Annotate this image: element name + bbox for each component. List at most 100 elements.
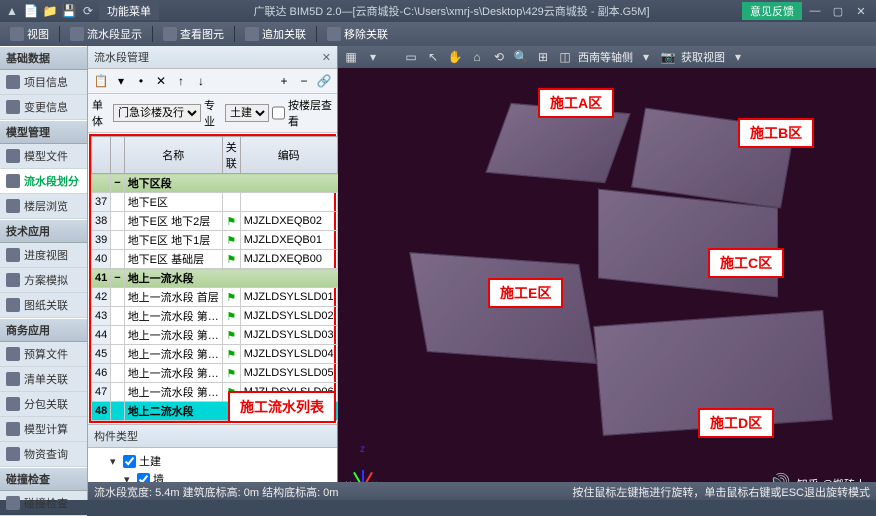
- pointer-icon[interactable]: ▭: [402, 48, 420, 66]
- nav-item[interactable]: 图纸关联: [0, 293, 87, 318]
- nav-item[interactable]: 项目信息: [0, 70, 87, 95]
- discipline-select[interactable]: 土建: [225, 104, 269, 122]
- panel-filter: 单体 门急诊楼及行 专业 土建 按楼层查看: [88, 94, 337, 133]
- minimize-icon[interactable]: —: [804, 3, 826, 19]
- zone-label-d: 施工D区: [698, 408, 774, 438]
- tool-icon[interactable]: ▾: [364, 48, 382, 66]
- link-icon[interactable]: 🔗: [315, 72, 333, 90]
- table-row[interactable]: 37地下E区: [92, 193, 356, 212]
- quick-access-toolbar: ▲ 📄 📁 💾 ⟳ 功能菜单: [4, 2, 161, 20]
- nav-item[interactable]: 楼层浏览: [0, 194, 87, 219]
- flow-panel: 流水段管理 ✕ 📋 ▾ • ✕ ↑ ↓ + − 🔗 单体 门急诊楼及行 专业 土…: [88, 46, 338, 500]
- zone-label-c: 施工C区: [708, 248, 784, 278]
- floor-view-checkbox[interactable]: [272, 104, 285, 122]
- new-icon[interactable]: 📄: [23, 3, 39, 19]
- panel-title-text: 流水段管理: [94, 49, 149, 65]
- open-icon[interactable]: 📁: [42, 3, 58, 19]
- toolbar-button[interactable]: 查看图元: [157, 24, 230, 44]
- grid-icon[interactable]: ▦: [342, 48, 360, 66]
- 3d-scene[interactable]: 施工A区 施工B区 施工C区 施工D区 施工E区 x y z 🔊 知乎 @搬砖人: [338, 68, 876, 500]
- status-right: 按住鼠标左键拖进行旋转，单击鼠标右键或ESC退出旋转模式: [572, 484, 870, 498]
- nav-group: 碰撞检查: [0, 467, 87, 491]
- nav-item[interactable]: 分包关联: [0, 392, 87, 417]
- select-icon[interactable]: ↖: [424, 48, 442, 66]
- zone-label-e: 施工E区: [488, 278, 563, 308]
- flow-table-wrap: 名称关联编码施−地下区段37地下E区38地下E区 地下2层⚑MJZLDXEQB0…: [89, 134, 336, 423]
- left-nav: 基础数据项目信息变更信息模型管理模型文件流水段划分楼层浏览技术应用进度视图方案模…: [0, 46, 88, 500]
- zone-label-a: 施工A区: [538, 88, 614, 118]
- nav-group: 模型管理: [0, 120, 87, 144]
- view-icon[interactable]: ⊞: [534, 48, 552, 66]
- checkbox-label: 按楼层查看: [288, 97, 333, 129]
- zoom-icon[interactable]: 🔍: [512, 48, 530, 66]
- tool-icon[interactable]: ↓: [192, 72, 210, 90]
- table-row[interactable]: 39地下E区 地下1层⚑MJZLDXEQB01: [92, 231, 356, 250]
- nav-item[interactable]: 物资查询: [0, 442, 87, 467]
- table-row[interactable]: 41−地上一流水段: [92, 269, 356, 288]
- titlebar: ▲ 📄 📁 💾 ⟳ 功能菜单 广联达 BIM5D 2.0—[云商城投-C:\Us…: [0, 0, 876, 22]
- feedback-button[interactable]: 意见反馈: [742, 2, 802, 20]
- tool-icon[interactable]: ↑: [172, 72, 190, 90]
- view-dropdown[interactable]: 西南等轴侧: [578, 49, 633, 65]
- table-row[interactable]: −地下区段: [92, 174, 356, 193]
- nav-item[interactable]: 清单关联: [0, 367, 87, 392]
- menu-button[interactable]: 功能菜单: [99, 2, 159, 20]
- nav-item[interactable]: 模型计算: [0, 417, 87, 442]
- camera-icon[interactable]: 📷: [659, 48, 677, 66]
- table-row[interactable]: 45地上一流水段 第…⚑MJZLDSYLSLD04: [92, 345, 356, 364]
- panel-close-icon[interactable]: ✕: [322, 51, 331, 64]
- zone-label-b: 施工B区: [738, 118, 814, 148]
- window-controls: — ▢ ✕: [804, 3, 872, 19]
- tree-title: 构件类型: [88, 424, 337, 448]
- table-row[interactable]: 43地上一流水段 第…⚑MJZLDSYLSLD02: [92, 307, 356, 326]
- toolbar-button[interactable]: 移除关联: [321, 24, 394, 44]
- table-row[interactable]: 42地上一流水段 首层⚑MJZLDSYLSLD01: [92, 288, 356, 307]
- unit-select[interactable]: 门急诊楼及行: [113, 104, 201, 122]
- maximize-icon[interactable]: ▢: [827, 3, 849, 19]
- tool-icon[interactable]: 📋: [92, 72, 110, 90]
- flow-table: 名称关联编码施−地下区段37地下E区38地下E区 地下2层⚑MJZLDXEQB0…: [91, 136, 356, 421]
- pan-icon[interactable]: ✋: [446, 48, 464, 66]
- window-title: 广联达 BIM5D 2.0—[云商城投-C:\Users\xmrj-s\Desk…: [161, 3, 742, 19]
- cube-icon[interactable]: ◫: [556, 48, 574, 66]
- tool-icon[interactable]: •: [132, 72, 150, 90]
- callout-label: 施工流水列表: [228, 391, 336, 423]
- panel-title: 流水段管理 ✕: [88, 46, 337, 69]
- nav-item[interactable]: 变更信息: [0, 95, 87, 120]
- view-dropdown2[interactable]: 获取视图: [681, 49, 725, 65]
- table-row[interactable]: 44地上一流水段 第…⚑MJZLDSYLSLD03: [92, 326, 356, 345]
- nav-group: 基础数据: [0, 46, 87, 70]
- nav-item[interactable]: 碰撞检查: [0, 491, 87, 516]
- viewport-toolbar: ▦ ▾ ▭ ↖ ✋ ⌂ ⟲ 🔍 ⊞ ◫ 西南等轴侧▾ 📷 获取视图▾: [338, 46, 876, 68]
- filter-label: 单体: [92, 97, 110, 129]
- tool-icon[interactable]: ▾: [112, 72, 130, 90]
- toolbar-button[interactable]: 流水段显示: [64, 24, 148, 44]
- save-icon[interactable]: 💾: [61, 3, 77, 19]
- plus-icon[interactable]: +: [275, 72, 293, 90]
- filter-label: 专业: [204, 97, 222, 129]
- minus-icon[interactable]: −: [295, 72, 313, 90]
- toolbar-button[interactable]: 追加关联: [239, 24, 312, 44]
- nav-item[interactable]: 进度视图: [0, 243, 87, 268]
- nav-item[interactable]: 预算文件: [0, 342, 87, 367]
- refresh-icon[interactable]: ⟳: [80, 3, 96, 19]
- table-row[interactable]: 46地上一流水段 第…⚑MJZLDSYLSLD05: [92, 364, 356, 383]
- main-toolbar: 视图流水段显示查看图元追加关联移除关联: [0, 22, 876, 46]
- close-icon[interactable]: ✕: [850, 3, 872, 19]
- home-icon[interactable]: ⌂: [468, 48, 486, 66]
- table-row[interactable]: 40地下E区 基础层⚑MJZLDXEQB00: [92, 250, 356, 269]
- orbit-icon[interactable]: ⟲: [490, 48, 508, 66]
- 3d-viewport[interactable]: ▦ ▾ ▭ ↖ ✋ ⌂ ⟲ 🔍 ⊞ ◫ 西南等轴侧▾ 📷 获取视图▾ 施工A区 …: [338, 46, 876, 500]
- panel-toolbar: 📋 ▾ • ✕ ↑ ↓ + − 🔗: [88, 69, 337, 94]
- tree-item[interactable]: 土建: [110, 452, 331, 470]
- tree-checkbox[interactable]: [123, 455, 136, 468]
- nav-item[interactable]: 流水段划分: [0, 169, 87, 194]
- status-left: 流水段宽度: 5.4m 建筑底标高: 0m 结构底标高: 0m: [94, 484, 338, 498]
- nav-item[interactable]: 模型文件: [0, 144, 87, 169]
- tool-icon[interactable]: ✕: [152, 72, 170, 90]
- toolbar-button[interactable]: 视图: [4, 24, 55, 44]
- nav-group: 商务应用: [0, 318, 87, 342]
- nav-item[interactable]: 方案模拟: [0, 268, 87, 293]
- status-bar: 流水段宽度: 5.4m 建筑底标高: 0m 结构底标高: 0m 按住鼠标左键拖进…: [88, 482, 876, 500]
- table-row[interactable]: 38地下E区 地下2层⚑MJZLDXEQB02: [92, 212, 356, 231]
